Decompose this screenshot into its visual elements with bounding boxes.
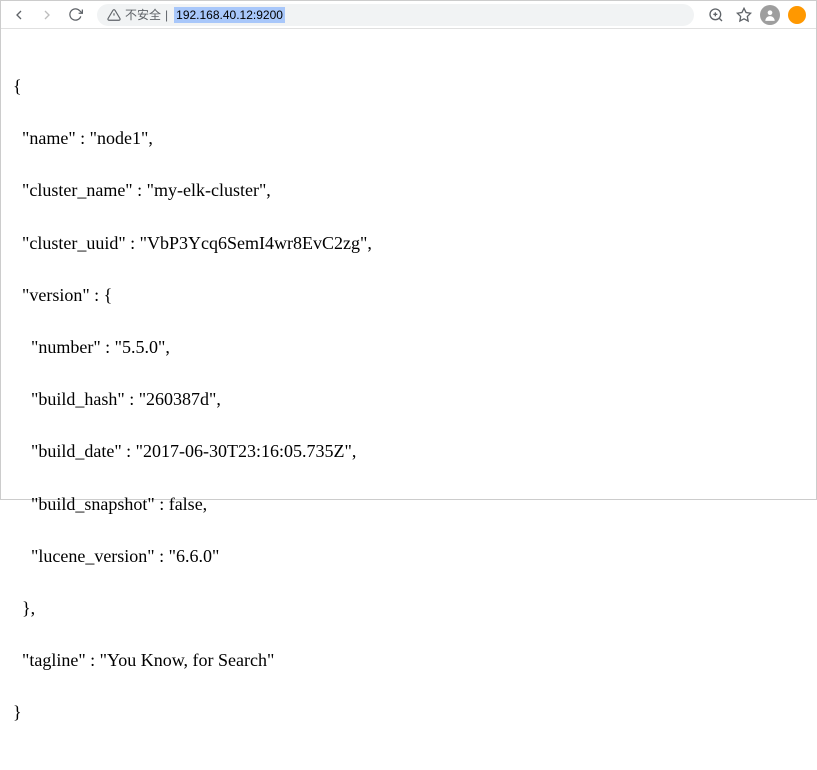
json-line: }, <box>13 595 804 621</box>
zoom-icon[interactable] <box>704 3 728 27</box>
reload-button[interactable] <box>63 3 87 27</box>
browser-toolbar: 不安全 | 192.168.40.12:9200 <box>1 1 816 29</box>
json-line: "lucene_version" : "6.6.0" <box>13 543 804 569</box>
json-line: "cluster_name" : "my-elk-cluster", <box>13 177 804 203</box>
profile-avatar[interactable] <box>760 5 780 25</box>
json-line: "build_date" : "2017-06-30T23:16:05.735Z… <box>13 438 804 464</box>
forward-button[interactable] <box>35 3 59 27</box>
json-line: "tagline" : "You Know, for Search" <box>13 647 804 673</box>
json-line: "build_snapshot" : false, <box>13 491 804 517</box>
json-line: "cluster_uuid" : "VbP3Ycq6SemI4wr8EvC2zg… <box>13 230 804 256</box>
url-text[interactable]: 192.168.40.12:9200 <box>174 7 285 23</box>
notification-badge[interactable] <box>788 6 806 24</box>
separator: | <box>165 8 168 22</box>
security-label: 不安全 <box>125 6 161 23</box>
address-bar[interactable]: 不安全 | 192.168.40.12:9200 <box>97 4 694 26</box>
json-line: "build_hash" : "260387d", <box>13 386 804 412</box>
security-indicator[interactable]: 不安全 | <box>107 6 168 23</box>
warning-icon <box>107 8 121 22</box>
back-button[interactable] <box>7 3 31 27</box>
bookmark-star-icon[interactable] <box>732 3 756 27</box>
json-line: "name" : "node1", <box>13 125 804 151</box>
json-line: } <box>13 699 804 725</box>
json-line: { <box>13 73 804 99</box>
json-line: "version" : { <box>13 282 804 308</box>
json-line: "number" : "5.5.0", <box>13 334 804 360</box>
response-body: { "name" : "node1", "cluster_name" : "my… <box>1 29 816 770</box>
